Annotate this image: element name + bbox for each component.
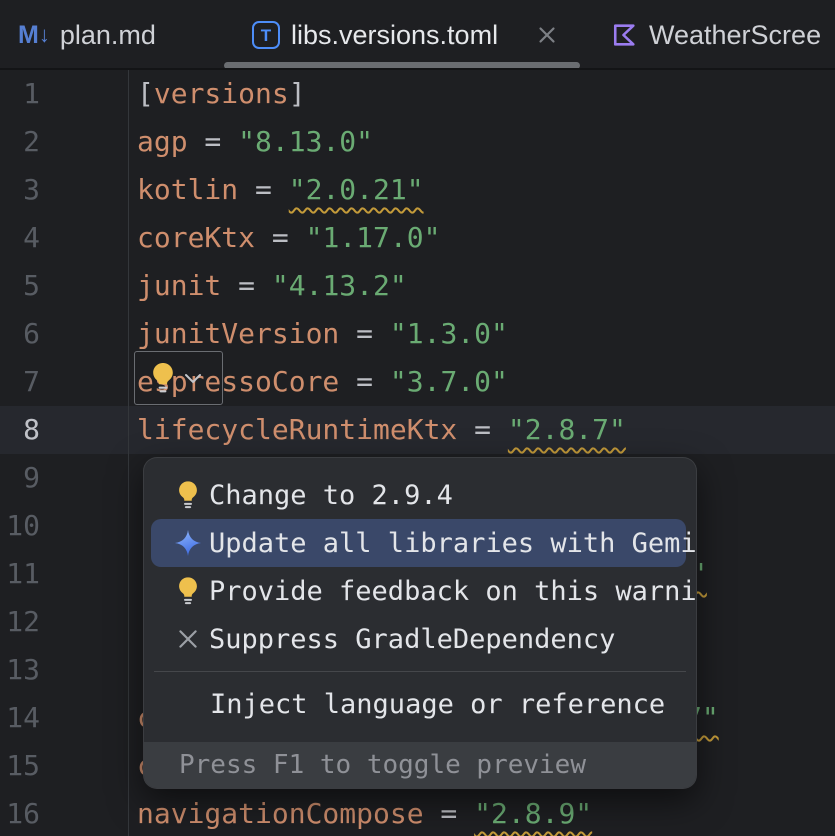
line-number[interactable]: 9 [0, 454, 128, 502]
code-token: = [339, 365, 390, 398]
lightbulb-icon [168, 576, 208, 606]
chevron-down-icon [184, 373, 202, 384]
code-token: "1.17.0" [306, 221, 441, 254]
code-token: navigationCompose [137, 797, 424, 830]
line-number[interactable]: 6 [0, 310, 128, 358]
tab-label: plan.md [60, 20, 156, 51]
code-token: = [424, 797, 475, 830]
close-icon[interactable] [532, 20, 562, 50]
lightbulb-icon [168, 480, 208, 510]
gutter-divider [128, 70, 129, 836]
code-token: versions [154, 77, 289, 110]
tab-plan-md[interactable]: M↓ plan.md [0, 0, 224, 70]
line-number[interactable]: 12 [0, 598, 128, 646]
popup-item-label: Suppress GradleDependency [208, 624, 615, 655]
popup-footer-hint: Press F1 to toggle preview [144, 742, 696, 788]
toml-icon: T [252, 21, 280, 49]
popup-item-label: Change to 2.9.4 [208, 480, 453, 511]
code-token: = [255, 221, 306, 254]
code-token: "1.3.0" [390, 317, 508, 350]
code-token: "3.7.0" [390, 365, 508, 398]
code-token: coreKtx [137, 221, 255, 254]
code-token: "4.13.2" [272, 269, 407, 302]
line-number[interactable]: 16 [0, 790, 128, 836]
intention-popup: Change to 2.9.4 Update all libraries wit… [143, 457, 697, 789]
line-number[interactable]: 2 [0, 118, 128, 166]
code-token: "2.0.21" [289, 173, 424, 206]
line-number[interactable]: 10 [0, 502, 128, 550]
popup-item-inject-language[interactable]: Inject language or reference [144, 680, 696, 728]
gemini-icon [168, 528, 208, 558]
line-number[interactable]: 14 [0, 694, 128, 742]
popup-item-provide-feedback[interactable]: Provide feedback on this warning [144, 567, 696, 615]
code-token: = [238, 173, 289, 206]
popup-item-label: Provide feedback on this warning [208, 576, 697, 607]
code-token: "2.8.7" [508, 413, 626, 446]
kotlin-icon [610, 21, 638, 49]
intention-lightbulb-widget[interactable] [134, 351, 223, 405]
line-number[interactable]: 7 [0, 358, 128, 406]
line-number[interactable]: 15 [0, 742, 128, 790]
popup-item-update-with-gemini[interactable]: Update all libraries with Gemini [151, 519, 686, 567]
code-token: [ [137, 77, 154, 110]
line-number[interactable]: 8 [0, 406, 128, 454]
markdown-icon: M↓ [18, 21, 49, 50]
code-token: ] [289, 77, 306, 110]
tab-label: libs.versions.toml [291, 20, 498, 51]
code-editor[interactable]: [versions] agp = "8.13.0"kotlin = "2.0.21… [0, 70, 835, 836]
popup-item-label: Update all libraries with Gemini [208, 528, 697, 559]
code-token: junit [137, 269, 221, 302]
popup-item-suppress[interactable]: Suppress GradleDependency [144, 615, 696, 663]
code-token: = [188, 125, 239, 158]
line-number[interactable]: 1 [0, 70, 128, 118]
code-token: kotlin [137, 173, 238, 206]
editor-tab-bar: M↓ plan.md T libs.versions.toml WeatherS… [0, 0, 835, 70]
active-tab-indicator [224, 62, 580, 69]
line-number[interactable]: 4 [0, 214, 128, 262]
line-number[interactable]: 13 [0, 646, 128, 694]
code-token: junitVersion [137, 317, 339, 350]
code-token: "2.8.9" [474, 797, 592, 830]
lightbulb-icon [152, 362, 174, 394]
code-token: "8.13.0" [238, 125, 373, 158]
line-number[interactable]: 3 [0, 166, 128, 214]
suppress-x-icon [168, 626, 208, 652]
line-number[interactable]: 11 [0, 550, 128, 598]
popup-item-change-to[interactable]: Change to 2.9.4 [144, 471, 696, 519]
code-token: agp [137, 125, 188, 158]
code-token: = [457, 413, 508, 446]
popup-item-label: Inject language or reference [209, 689, 665, 720]
popup-separator [154, 671, 686, 672]
tab-label: WeatherScree [649, 20, 821, 51]
tab-libs-versions-toml[interactable]: T libs.versions.toml [224, 0, 580, 70]
code-token: = [339, 317, 390, 350]
gutter-numbers: 12345678910111213141516 [0, 70, 128, 836]
code-token: lifecycleRuntimeKtx [137, 413, 457, 446]
code-token: = [221, 269, 272, 302]
tab-weatherscreen[interactable]: WeatherScree [580, 0, 835, 70]
line-number[interactable]: 5 [0, 262, 128, 310]
